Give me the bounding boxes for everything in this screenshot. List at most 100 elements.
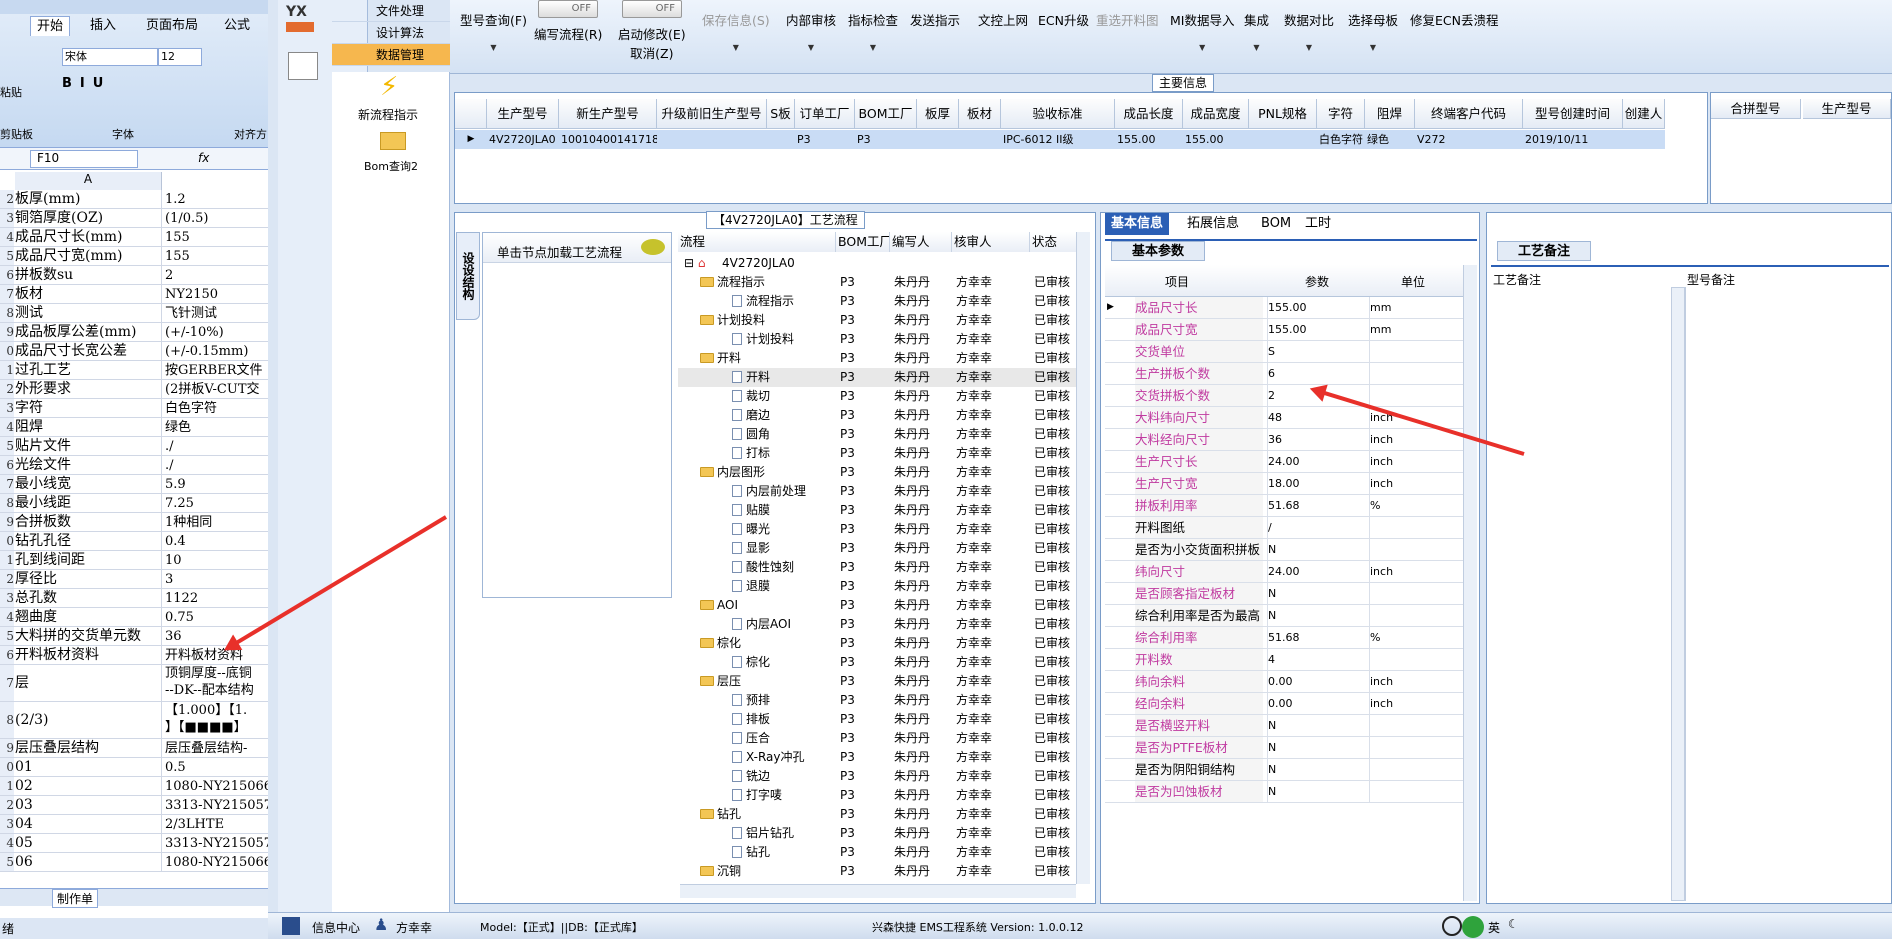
cell-a[interactable]: 开料板材资料 xyxy=(15,646,162,664)
excel-tab-formula[interactable]: 公式 xyxy=(218,16,256,36)
cell-a[interactable]: 成品尺寸宽(mm) xyxy=(15,247,162,265)
tree-node-label[interactable]: 棕化 xyxy=(732,653,834,672)
tree-node-label[interactable]: 铣边 xyxy=(732,767,834,786)
cell-a[interactable]: 贴片文件 xyxy=(15,437,162,455)
calculator-icon[interactable] xyxy=(288,52,318,80)
cell-b[interactable]: 1080-NY215066 xyxy=(165,853,268,871)
tree-node-label[interactable]: 圆角 xyxy=(732,425,834,444)
nav-design-algorithm[interactable]: 设计算法 xyxy=(332,22,450,44)
excel-row[interactable]: 1 孔到线间距 10 xyxy=(0,551,268,570)
row-number[interactable]: 4 xyxy=(0,418,14,436)
param-row[interactable]: ▶ 成品尺寸长 155.00 mm xyxy=(1105,297,1477,319)
row-number[interactable]: 4 xyxy=(0,228,14,246)
row-number[interactable]: 9 xyxy=(0,739,14,757)
column-header[interactable]: S板 xyxy=(767,99,795,129)
excel-row[interactable]: 3 字符 白色字符 xyxy=(0,399,268,418)
cell-a[interactable]: 最小线距 xyxy=(15,494,162,512)
cell-a[interactable]: 外形要求 xyxy=(15,380,162,398)
sheet-tab[interactable]: 制作单 xyxy=(52,889,99,908)
side-tab[interactable]: 设设结构 xyxy=(456,232,480,320)
format-buttons[interactable]: BIU xyxy=(62,76,111,91)
toolbar-button[interactable]: 型号查询(F) ▼ xyxy=(460,10,527,52)
param-row[interactable]: 交货单位 S xyxy=(1105,341,1477,363)
lightning-icon[interactable]: ⚡ xyxy=(380,72,402,102)
tree-row[interactable]: 预排 P3 朱丹丹 方幸幸 已审核 xyxy=(678,691,1078,710)
tree-node-label[interactable]: 内层图形 xyxy=(700,463,834,482)
excel-row[interactable]: 0 01 0.5 xyxy=(0,758,268,777)
grid-cell[interactable]: IPC-6012 II级 xyxy=(1001,130,1115,149)
font-size-select[interactable]: 12 xyxy=(158,48,202,66)
param-row[interactable]: 是否为阴阳铜结构 N xyxy=(1105,759,1477,781)
new-flow-item[interactable]: 新流程指示 xyxy=(358,106,418,123)
param-value[interactable]: 36 xyxy=(1267,429,1363,450)
row-number[interactable]: 1 xyxy=(0,551,14,569)
cell-b[interactable]: 5.9 xyxy=(165,475,186,493)
tree-node-label[interactable]: 开料 xyxy=(700,349,834,368)
grid-cell[interactable] xyxy=(767,130,795,149)
cell-b[interactable]: 白色字符 xyxy=(165,399,217,417)
basic-params-subtab[interactable]: 基本参数 xyxy=(1111,241,1206,261)
tree-node-label[interactable]: X-Ray冲孔 xyxy=(732,748,834,767)
excel-row[interactable]: 1 过孔工艺 按GERBER文件 xyxy=(0,361,268,380)
cell-a[interactable]: 04 xyxy=(15,815,162,833)
excel-row[interactable]: 2 外形要求 (2拼板V-CUT交 xyxy=(0,380,268,399)
cell-a[interactable]: 铜箔厚度(OZ) xyxy=(15,209,162,227)
cell-b[interactable]: 1种相同 xyxy=(165,513,212,531)
param-value[interactable]: 48 xyxy=(1267,407,1363,428)
param-value[interactable]: 24.00 xyxy=(1267,561,1363,582)
param-row[interactable]: 成品尺寸宽 155.00 mm xyxy=(1105,319,1477,341)
cell-b[interactable]: 155 xyxy=(165,247,190,265)
cell-a[interactable]: 测试 xyxy=(15,304,162,322)
tree-node-label[interactable]: 计划投料 xyxy=(732,330,834,349)
excel-tab-insert[interactable]: 插入 xyxy=(84,16,122,36)
toolbar-button[interactable]: 内部审核 ▼ xyxy=(786,10,836,52)
bom-query-item[interactable]: Bom查询2 xyxy=(364,158,418,174)
cell-b[interactable]: (+/-0.15mm) xyxy=(165,342,248,360)
toolbar-button[interactable]: 启动修改(E) 取消(Z) xyxy=(618,24,686,62)
grid-cell[interactable]: V272 xyxy=(1415,130,1523,149)
grid-cell[interactable]: 4V2720JLA0 xyxy=(487,130,559,149)
param-value[interactable]: / xyxy=(1267,517,1363,538)
cell-b[interactable]: 3313-NY215057 xyxy=(165,796,268,814)
cell-b[interactable]: 0.5 xyxy=(165,758,186,776)
cell-a[interactable]: 成品尺寸长宽公差 xyxy=(15,342,162,360)
param-row[interactable]: 是否为小交货面积拼板 N xyxy=(1105,539,1477,561)
excel-row[interactable]: 7 最小线宽 5.9 xyxy=(0,475,268,494)
tree-hscrollbar[interactable] xyxy=(680,884,1076,898)
excel-row[interactable]: 3 总孔数 1122 xyxy=(0,589,268,608)
row-number[interactable]: 2 xyxy=(0,190,14,208)
param-row[interactable]: 经向余料 0.00 inch xyxy=(1105,693,1477,715)
cell-b[interactable]: 7.25 xyxy=(165,494,194,512)
grid-cell[interactable] xyxy=(1249,130,1317,149)
column-header[interactable]: 成品长度 xyxy=(1115,99,1183,129)
grid-cell[interactable]: 2019/10/11 xyxy=(1523,130,1623,149)
cell-a[interactable]: 过孔工艺 xyxy=(15,361,162,379)
param-value[interactable]: 155.00 xyxy=(1267,319,1363,340)
row-number[interactable]: 7 xyxy=(0,665,14,701)
row-number[interactable]: 9 xyxy=(0,323,14,341)
column-header[interactable]: 板材 xyxy=(959,99,1001,129)
column-header[interactable]: BOM工厂 xyxy=(855,99,917,129)
column-header[interactable]: 生产型号 xyxy=(487,99,559,129)
tree-row[interactable]: 内层AOI P3 朱丹丹 方幸幸 已审核 xyxy=(678,615,1078,634)
tree-node-label[interactable]: 压合 xyxy=(732,729,834,748)
tree-row[interactable]: 打标 P3 朱丹丹 方幸幸 已审核 xyxy=(678,444,1078,463)
tree-row[interactable]: 钻孔 P3 朱丹丹 方幸幸 已审核 xyxy=(678,843,1078,862)
excel-row[interactable]: 0 成品尺寸长宽公差 (+/-0.15mm) xyxy=(0,342,268,361)
param-value[interactable]: 4 xyxy=(1267,649,1363,670)
row-number[interactable]: 6 xyxy=(0,266,14,284)
column-header[interactable]: 验收标准 xyxy=(1001,99,1115,129)
tree-column-header[interactable]: 状态 xyxy=(1030,232,1078,252)
cell-a[interactable]: 光绘文件 xyxy=(15,456,162,474)
tree-root[interactable]: ⊟ ⌂ 4V2720JLA0 xyxy=(678,254,1078,273)
cell-b[interactable]: ./ xyxy=(165,437,174,455)
row-number[interactable]: 5 xyxy=(0,247,14,265)
tree-row[interactable]: 棕化 P3 朱丹丹 方幸幸 已审核 xyxy=(678,653,1078,672)
info-tab[interactable]: BOM xyxy=(1255,213,1297,235)
grid-cell[interactable]: P3 xyxy=(855,130,917,149)
row-number[interactable]: 7 xyxy=(0,285,14,303)
tree-column-header[interactable]: BOM工厂 xyxy=(836,232,890,252)
toolbar-button[interactable]: 保存信息(S) ▼ xyxy=(702,10,770,52)
toolbar-button[interactable]: 修复ECN丢溃程 xyxy=(1410,10,1498,29)
param-row[interactable]: 综合利用率 51.68% xyxy=(1105,627,1477,649)
